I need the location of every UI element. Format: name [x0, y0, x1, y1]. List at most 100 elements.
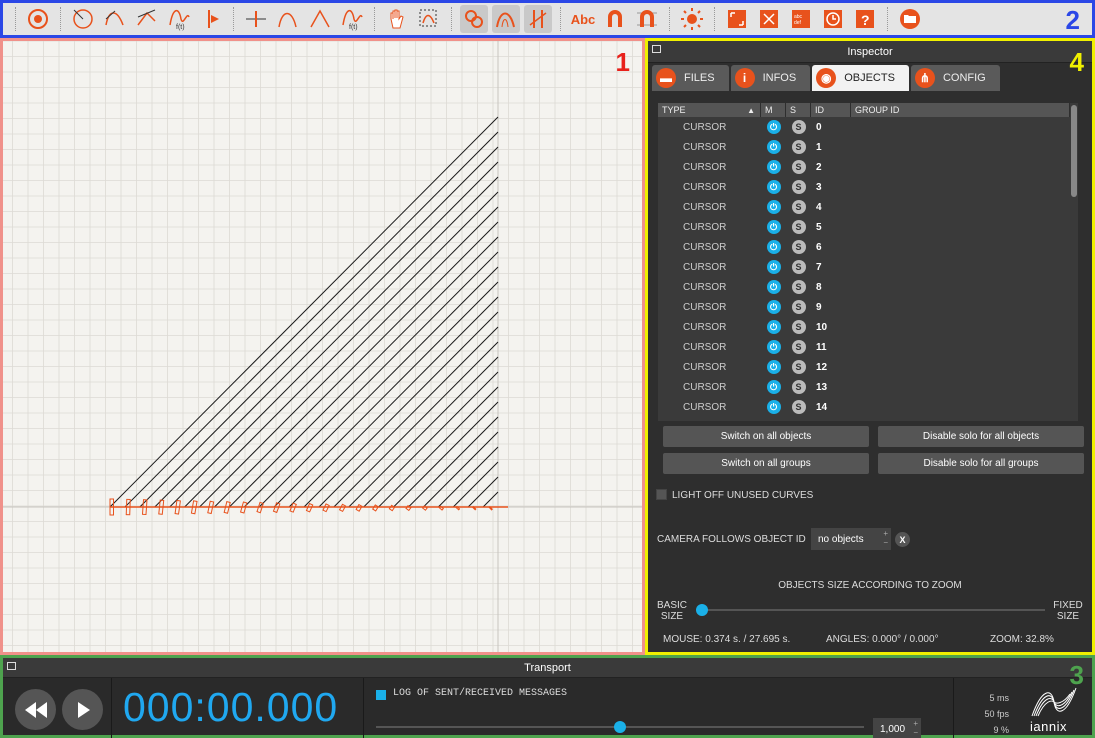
- power-icon[interactable]: ⏻: [766, 220, 781, 234]
- solo-icon[interactable]: S: [791, 140, 806, 154]
- scrollbar-thumb[interactable]: [1071, 105, 1077, 197]
- magnet-button[interactable]: [601, 5, 629, 33]
- float-panel-icon[interactable]: [7, 662, 16, 670]
- table-row[interactable]: CURSOR ⏻ S 14: [658, 397, 1078, 417]
- add-smooth-curve-button[interactable]: [274, 5, 302, 33]
- spin-arrows-icon[interactable]: + −: [913, 719, 918, 737]
- solo-icon[interactable]: S: [791, 180, 806, 194]
- solo-icon[interactable]: S: [791, 220, 806, 234]
- solo-icon[interactable]: S: [791, 240, 806, 254]
- table-row[interactable]: CURSOR ⏻ S 9: [658, 297, 1078, 317]
- objects-size-slider-knob[interactable]: [696, 604, 708, 616]
- table-row[interactable]: CURSOR ⏻ S 5: [658, 217, 1078, 237]
- solo-icon[interactable]: S: [791, 160, 806, 174]
- table-row[interactable]: CURSOR ⏻ S 2: [658, 157, 1078, 177]
- log-messages-checkbox[interactable]: [376, 690, 386, 700]
- table-row[interactable]: CURSOR ⏻ S 11: [658, 337, 1078, 357]
- tab-objects[interactable]: ◉ OBJECTS: [812, 65, 909, 91]
- power-icon[interactable]: ⏻: [766, 320, 781, 334]
- switch-on-all-objects-button[interactable]: Switch on all objects: [663, 426, 869, 447]
- power-icon[interactable]: ⏻: [766, 140, 781, 154]
- solo-icon[interactable]: S: [791, 360, 806, 374]
- column-header-id[interactable]: ID: [811, 103, 851, 117]
- disable-solo-all-objects-button[interactable]: Disable solo for all objects: [878, 426, 1084, 447]
- solo-icon[interactable]: S: [791, 200, 806, 214]
- add-cursor-button[interactable]: [24, 5, 52, 33]
- table-row[interactable]: CURSOR ⏻ S 8: [658, 277, 1078, 297]
- power-icon[interactable]: ⏻: [766, 180, 781, 194]
- solo-icon[interactable]: S: [791, 380, 806, 394]
- clear-camera-button[interactable]: X: [895, 532, 910, 547]
- table-scrollbar[interactable]: [1070, 103, 1078, 421]
- table-row[interactable]: CURSOR ⏻ S 3: [658, 177, 1078, 197]
- add-angle-curve-button[interactable]: [306, 5, 334, 33]
- table-row[interactable]: CURSOR ⏻ S 6: [658, 237, 1078, 257]
- play-button[interactable]: [62, 689, 103, 730]
- light-off-checkbox[interactable]: [656, 489, 667, 500]
- power-icon[interactable]: ⏻: [766, 360, 781, 374]
- objects-size-slider[interactable]: [700, 609, 1045, 611]
- float-panel-icon[interactable]: [652, 45, 661, 53]
- column-header-type[interactable]: TYPE ▲: [658, 103, 761, 117]
- score-canvas[interactable]: 1: [0, 38, 645, 655]
- add-equation-curve-button[interactable]: f(t): [338, 5, 366, 33]
- add-line-curve-button[interactable]: [133, 5, 161, 33]
- table-row[interactable]: CURSOR ⏻ S 7: [658, 257, 1078, 277]
- snap-curves-button[interactable]: [492, 5, 520, 33]
- power-icon[interactable]: ⏻: [766, 200, 781, 214]
- column-header-m[interactable]: M: [761, 103, 786, 117]
- clock-button[interactable]: [819, 5, 847, 33]
- power-icon[interactable]: ⏻: [766, 380, 781, 394]
- power-icon[interactable]: ⏻: [766, 160, 781, 174]
- power-icon[interactable]: ⏻: [766, 400, 781, 414]
- add-bezier-curve-button[interactable]: [101, 5, 129, 33]
- labels-button[interactable]: Abc: [569, 5, 597, 33]
- open-folder-button[interactable]: [896, 5, 924, 33]
- column-header-s[interactable]: S: [786, 103, 811, 117]
- power-icon[interactable]: ⏻: [766, 240, 781, 254]
- solo-icon[interactable]: S: [791, 340, 806, 354]
- fullscreen-button[interactable]: [723, 5, 751, 33]
- rewind-button[interactable]: [15, 689, 56, 730]
- table-row[interactable]: CURSOR ⏻ S 12: [658, 357, 1078, 377]
- brightness-button[interactable]: [678, 5, 706, 33]
- solo-icon[interactable]: S: [791, 320, 806, 334]
- table-row[interactable]: CURSOR ⏻ S 13: [658, 377, 1078, 397]
- table-row[interactable]: CURSOR ⏻ S 0: [658, 117, 1078, 137]
- help-button[interactable]: ?: [851, 5, 879, 33]
- tab-infos[interactable]: i INFOS: [730, 65, 811, 91]
- power-icon[interactable]: ⏻: [766, 340, 781, 354]
- column-header-group-id[interactable]: GROUP ID: [851, 103, 1070, 117]
- solo-icon[interactable]: S: [791, 120, 806, 134]
- power-icon[interactable]: ⏻: [766, 260, 781, 274]
- solo-icon[interactable]: S: [791, 400, 806, 414]
- power-icon[interactable]: ⏻: [766, 120, 781, 134]
- speed-input[interactable]: 1,000 + −: [873, 718, 921, 738]
- table-row[interactable]: CURSOR ⏻ S 10: [658, 317, 1078, 337]
- solo-icon[interactable]: S: [791, 260, 806, 274]
- magnet-grid-button[interactable]: [633, 5, 661, 33]
- power-icon[interactable]: ⏻: [766, 300, 781, 314]
- add-circle-curve-button[interactable]: [69, 5, 97, 33]
- fit-view-button[interactable]: [755, 5, 783, 33]
- disable-solo-all-groups-button[interactable]: Disable solo for all groups: [878, 453, 1084, 474]
- power-icon[interactable]: ⏻: [766, 280, 781, 294]
- speed-slider-knob[interactable]: [614, 721, 626, 733]
- select-tool-button[interactable]: [415, 5, 443, 33]
- hand-tool-button[interactable]: [383, 5, 411, 33]
- solo-icon[interactable]: S: [791, 300, 806, 314]
- add-point-button[interactable]: [242, 5, 270, 33]
- table-row[interactable]: CURSOR ⏻ S 4: [658, 197, 1078, 217]
- switch-on-all-groups-button[interactable]: Switch on all groups: [663, 453, 869, 474]
- score-button[interactable]: abc def: [787, 5, 815, 33]
- add-trigger-button[interactable]: [197, 5, 225, 33]
- table-row[interactable]: CURSOR ⏻ S 1: [658, 137, 1078, 157]
- tab-config[interactable]: ⋔ CONFIG: [910, 65, 1000, 91]
- add-function-curve-button[interactable]: f(t): [165, 5, 193, 33]
- solo-icon[interactable]: S: [791, 280, 806, 294]
- spin-arrows-icon[interactable]: + −: [883, 529, 888, 547]
- snap-triggers-button[interactable]: [524, 5, 552, 33]
- tab-files[interactable]: ▬ FILES: [652, 65, 729, 91]
- camera-object-select[interactable]: no objects + −: [811, 528, 891, 550]
- snap-points-button[interactable]: [460, 5, 488, 33]
